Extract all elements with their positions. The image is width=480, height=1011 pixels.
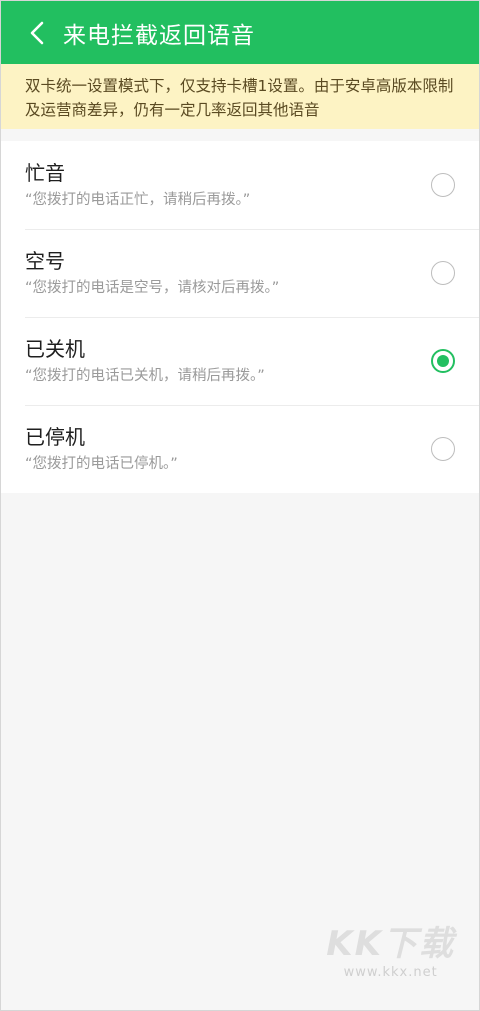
option-title: 已停机 bbox=[25, 425, 85, 449]
voice-option-list: 忙音 “您拨打的电话正忙，请稍后再拨。” 空号 “您拨打的电话是空号，请核对后再… bbox=[1, 141, 479, 493]
radio-busy[interactable] bbox=[431, 173, 455, 197]
radio-empty-number[interactable] bbox=[431, 261, 455, 285]
option-subtitle: “您拨打的电话已关机，请稍后再拨。” bbox=[25, 368, 265, 384]
option-empty-number[interactable]: 空号 “您拨打的电话是空号，请核对后再拨。” bbox=[1, 229, 479, 317]
watermark-url: www.kkx.net bbox=[343, 965, 438, 980]
notice-banner: 双卡统一设置模式下，仅支持卡槽1设置。由于安卓高版本限制及运营商差异，仍有一定几… bbox=[1, 64, 479, 129]
screen: 来电拦截返回语音 双卡统一设置模式下，仅支持卡槽1设置。由于安卓高版本限制及运营… bbox=[0, 0, 480, 1011]
page-title: 来电拦截返回语音 bbox=[63, 22, 255, 49]
option-title: 已关机 bbox=[25, 337, 85, 361]
radio-powered-off[interactable] bbox=[431, 349, 455, 373]
option-subtitle: “您拨打的电话正忙，请稍后再拨。” bbox=[25, 192, 251, 208]
option-subtitle: “您拨打的电话已停机。” bbox=[25, 456, 178, 472]
option-powered-off[interactable]: 已关机 “您拨打的电话已关机，请稍后再拨。” bbox=[1, 317, 479, 405]
top-bar: 来电拦截返回语音 bbox=[1, 1, 479, 64]
watermark-logo: KK下载 bbox=[326, 924, 455, 964]
option-subtitle: “您拨打的电话是空号，请核对后再拨。” bbox=[25, 280, 280, 296]
option-suspended[interactable]: 已停机 “您拨打的电话已停机。” bbox=[1, 405, 479, 493]
option-title: 空号 bbox=[25, 249, 65, 273]
option-busy[interactable]: 忙音 “您拨打的电话正忙，请稍后再拨。” bbox=[1, 141, 479, 229]
radio-suspended[interactable] bbox=[431, 437, 455, 461]
back-button[interactable] bbox=[23, 13, 51, 53]
option-title: 忙音 bbox=[25, 161, 65, 185]
watermark: KK下载 www.kkx.net bbox=[326, 916, 455, 980]
chevron-left-icon bbox=[30, 21, 44, 44]
